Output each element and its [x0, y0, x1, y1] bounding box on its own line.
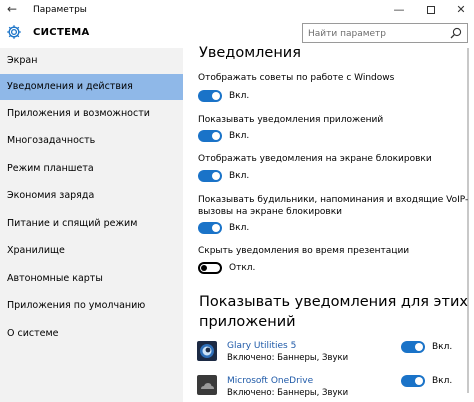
sidebar-item-offline-maps[interactable]: Автономные карты	[0, 266, 183, 292]
apps-heading-line1: Показывать уведомления для этих	[199, 294, 468, 310]
gear-icon	[7, 25, 21, 39]
setting-label-lock-screen-notifications: Отображать уведомления на экране блокиро…	[198, 154, 432, 164]
toggle-hide-during-presentation[interactable]	[198, 262, 222, 274]
setting-label-alarms-line1: Показывать будильники, напоминания и вхо…	[198, 195, 469, 205]
window-title: Параметры	[33, 5, 87, 15]
sidebar-item-battery-saver[interactable]: Экономия заряда	[0, 183, 183, 209]
title-bar: ← Параметры — ✕	[0, 0, 474, 20]
glary-utilities-icon	[197, 341, 217, 361]
toggle-state-text: Вкл.	[432, 342, 453, 352]
toggle-app-glary[interactable]	[401, 341, 425, 353]
page-title: СИСТЕМА	[33, 27, 90, 38]
app-name-glary[interactable]: Glary Utilities 5	[227, 340, 296, 352]
toggle-state-text: Вкл.	[229, 223, 250, 233]
setting-label-windows-tips: Отображать советы по работе с Windows	[198, 73, 395, 83]
toggle-app-onedrive[interactable]	[401, 375, 425, 387]
setting-label-app-notifications: Показывать уведомления приложений	[198, 115, 384, 125]
sidebar-item-display[interactable]: Экран	[0, 48, 183, 74]
apps-heading-line2: приложений	[199, 314, 296, 330]
app-name-onedrive[interactable]: Microsoft OneDrive	[227, 375, 313, 387]
sidebar: Экран Уведомления и действия Приложения …	[0, 48, 183, 402]
sidebar-item-default-apps[interactable]: Приложения по умолчанию	[0, 293, 183, 319]
app-status-onedrive: Включено: Баннеры, Звуки	[227, 388, 349, 398]
scrollbar[interactable]	[467, 48, 469, 393]
toggle-state-text: Откл.	[229, 263, 256, 273]
app-status-glary: Включено: Баннеры, Звуки	[227, 353, 349, 363]
toggle-state-text: Вкл.	[229, 171, 250, 181]
toggle-lock-screen-notifications[interactable]	[198, 170, 222, 182]
search-icon[interactable]	[450, 27, 462, 39]
search-box[interactable]	[302, 23, 468, 43]
setting-label-hide-during-presentation: Скрыть уведомления во время презентации	[198, 246, 410, 256]
sidebar-item-multitasking[interactable]: Многозадачность	[0, 128, 183, 154]
toggle-alarms-voip[interactable]	[198, 222, 222, 234]
setting-label-alarms-line2: вызовы на экране блокировки	[198, 207, 343, 217]
minimize-button[interactable]: —	[384, 0, 414, 20]
toggle-state-text: Вкл.	[229, 131, 250, 141]
sidebar-item-storage[interactable]: Хранилище	[0, 238, 183, 264]
sidebar-item-notifications[interactable]: Уведомления и действия	[0, 74, 183, 100]
maximize-icon	[427, 6, 435, 14]
sidebar-item-apps-features[interactable]: Приложения и возможности	[0, 101, 183, 127]
toggle-app-notifications[interactable]	[198, 130, 222, 142]
notifications-heading: Уведомления	[199, 45, 301, 61]
search-input[interactable]	[308, 27, 444, 40]
maximize-button[interactable]	[416, 0, 446, 20]
toggle-state-text: Вкл.	[229, 91, 250, 101]
sidebar-item-tablet-mode[interactable]: Режим планшета	[0, 156, 183, 182]
toggle-state-text: Вкл.	[432, 376, 453, 386]
sidebar-item-about[interactable]: О системе	[0, 321, 183, 347]
back-arrow-icon[interactable]: ←	[7, 2, 17, 16]
sidebar-item-power-sleep[interactable]: Питание и спящий режим	[0, 211, 183, 237]
close-button[interactable]: ✕	[446, 0, 474, 20]
toggle-windows-tips[interactable]	[198, 90, 222, 102]
onedrive-icon	[197, 375, 217, 395]
